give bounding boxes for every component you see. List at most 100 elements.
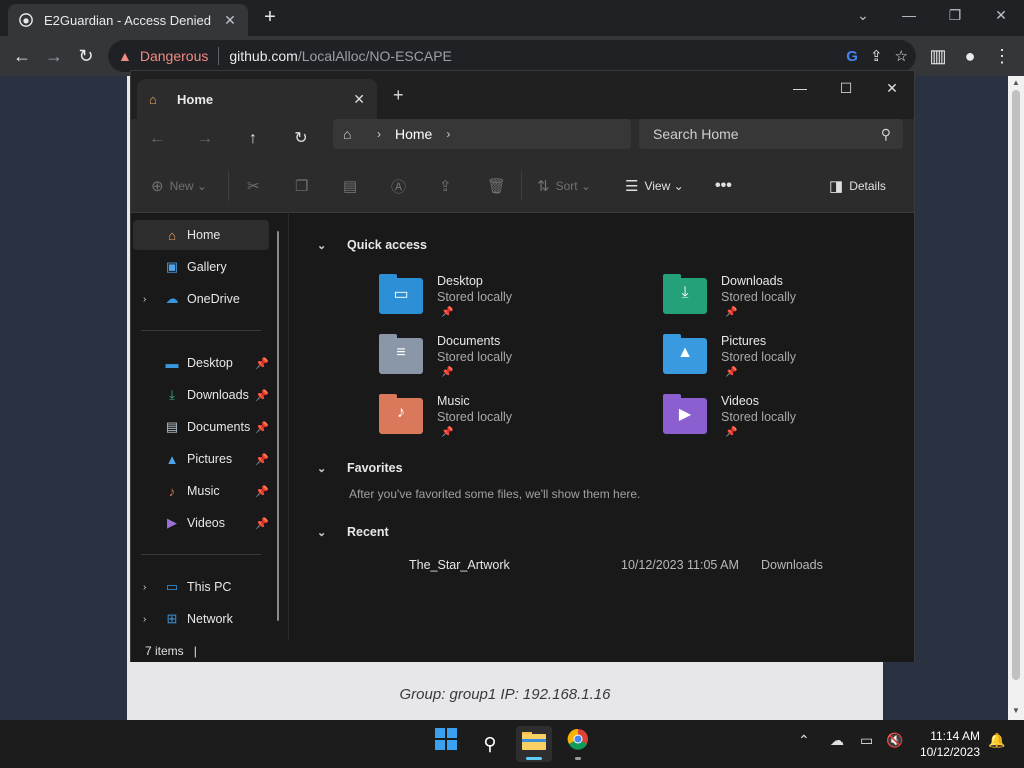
chevron-down-icon[interactable]: ⌄: [317, 526, 333, 539]
nav-item-home[interactable]: ⌂ Home: [133, 220, 269, 250]
pane-divider[interactable]: [288, 214, 289, 640]
explorer-minimize-button[interactable]: —: [777, 75, 823, 103]
breadcrumb[interactable]: ⌂ › Home ›: [333, 119, 631, 149]
explorer-new-tab-button[interactable]: +: [393, 85, 404, 106]
nav-label: Network: [187, 612, 233, 626]
chevron-right-icon[interactable]: ›: [377, 127, 381, 141]
view-button[interactable]: ☰ View ⌄: [625, 175, 684, 197]
section-quick-access[interactable]: ⌄ Quick access: [317, 238, 427, 252]
display-tray-icon[interactable]: ▭: [860, 732, 873, 749]
paste-button[interactable]: ▤: [343, 175, 363, 197]
quick-access-item-videos[interactable]: ▶ Videos Stored locally 📌: [663, 394, 923, 450]
page-footer: Group: group1 IP: 192.168.1.16: [399, 686, 611, 703]
reload-button[interactable]: ↻: [72, 42, 100, 70]
divider: [228, 171, 229, 201]
favorites-empty-message: After you've favorited some files, we'll…: [349, 487, 641, 501]
nav-item-videos[interactable]: ▶ Videos 📌: [133, 508, 269, 538]
forward-button[interactable]: →: [40, 42, 68, 70]
explorer-refresh-button[interactable]: ↻: [287, 125, 315, 153]
nav-item-network[interactable]: › ⊞ Network: [133, 604, 269, 634]
nav-item-music[interactable]: ♪ Music 📌: [133, 476, 269, 506]
sidebar-icon[interactable]: ▥: [924, 42, 952, 70]
nav-item-pictures[interactable]: ▲ Pictures 📌: [133, 444, 269, 474]
content-pane: ⌄ Quick access ▭ Desktop Stored locally 📌…: [289, 214, 914, 640]
share-icon[interactable]: ⇪: [870, 47, 883, 65]
quick-access-item-downloads[interactable]: ⤓ Downloads Stored locally 📌: [663, 274, 923, 330]
explorer-forward-button[interactable]: →: [191, 125, 219, 153]
pin-icon: 📌: [255, 517, 269, 530]
breadcrumb-home-icon[interactable]: ⌂: [343, 126, 363, 142]
search-input[interactable]: Search Home ⚲: [639, 119, 903, 149]
explorer-up-button[interactable]: ↑: [239, 125, 267, 153]
nav-label: Videos: [187, 516, 225, 530]
nav-item-downloads[interactable]: ⤓ Downloads 📌: [133, 380, 269, 410]
chevron-down-icon[interactable]: ⌄: [317, 462, 333, 475]
breadcrumb-home[interactable]: Home: [395, 126, 432, 142]
status-bar: 7 items |: [131, 640, 914, 662]
explorer-tab-close-icon[interactable]: ✕: [353, 91, 365, 108]
details-pane-icon: ◨: [829, 178, 844, 195]
google-icon[interactable]: G: [846, 48, 858, 65]
section-recent[interactable]: ⌄ Recent: [317, 525, 389, 539]
scrollbar-thumb[interactable]: [1012, 90, 1020, 680]
volume-muted-icon[interactable]: 🔇: [886, 732, 903, 749]
tab-close-icon[interactable]: ✕: [222, 12, 238, 29]
tab-search-icon[interactable]: ⌄: [840, 0, 886, 32]
search-icon[interactable]: ⚲: [472, 726, 508, 762]
section-favorites[interactable]: ⌄ Favorites: [317, 461, 403, 475]
explorer-back-button[interactable]: ←: [143, 125, 171, 153]
copy-button[interactable]: ❐: [295, 175, 314, 197]
menu-kebab-icon[interactable]: ⋮: [988, 42, 1016, 70]
quick-access-item-music[interactable]: ♪ Music Stored locally 📌: [379, 394, 639, 450]
nav-item-documents[interactable]: ▤ Documents 📌: [133, 412, 269, 442]
start-button[interactable]: [428, 726, 464, 762]
notification-bell-icon[interactable]: 🔔: [988, 732, 1005, 749]
chevron-down-icon[interactable]: ⌄: [317, 239, 333, 252]
expand-chevron-icon[interactable]: ›: [143, 294, 146, 305]
share-button[interactable]: ⇪: [439, 175, 458, 197]
explorer-maximize-button[interactable]: ☐: [823, 75, 869, 103]
chevron-right-icon[interactable]: ›: [446, 127, 450, 141]
nav-scrollbar[interactable]: [277, 231, 279, 621]
url-text[interactable]: github.com/LocalAlloc/NO-ESCAPE: [229, 48, 452, 64]
bookmark-star-icon[interactable]: ☆: [895, 47, 908, 65]
expand-chevron-icon[interactable]: ›: [143, 582, 146, 593]
expand-chevron-icon[interactable]: ›: [143, 614, 146, 625]
explorer-tab[interactable]: ⌂ Home ✕: [137, 79, 377, 119]
close-button[interactable]: ✕: [978, 0, 1024, 32]
delete-button[interactable]: 🗑: [487, 175, 512, 197]
onedrive-tray-icon[interactable]: ☁: [830, 732, 844, 749]
new-button[interactable]: ⊕ New ⌄: [151, 175, 207, 197]
more-options-button[interactable]: •••: [715, 175, 732, 197]
section-title: Recent: [347, 525, 389, 539]
minimize-button[interactable]: —: [886, 0, 932, 32]
security-status[interactable]: Dangerous: [140, 48, 209, 64]
nav-item-this-pc[interactable]: › ▭ This PC: [133, 572, 269, 602]
quick-access-item-pictures[interactable]: ▲ Pictures Stored locally 📌: [663, 334, 923, 390]
scroll-up-icon[interactable]: ▲: [1008, 78, 1024, 90]
back-button[interactable]: ←: [8, 42, 36, 70]
rename-button[interactable]: Ⓐ: [391, 175, 412, 197]
system-clock[interactable]: 11:14 AM 10/12/2023: [910, 728, 980, 760]
browser-tab[interactable]: E2Guardian - Access Denied ✕: [8, 4, 248, 36]
nav-item-desktop[interactable]: ▬ Desktop 📌: [133, 348, 270, 378]
sort-button[interactable]: ⇅ Sort ⌄: [537, 175, 591, 197]
cut-button[interactable]: ✂: [247, 175, 266, 197]
recent-file-row[interactable]: The_Star_Artwork 10/12/2023 11:05 AM Dow…: [409, 558, 889, 576]
nav-item-gallery[interactable]: ▣ Gallery: [133, 252, 269, 282]
profile-icon[interactable]: ●: [956, 42, 984, 70]
details-button[interactable]: ◨ Details: [829, 175, 886, 197]
nav-label: Downloads: [187, 388, 249, 402]
quick-access-item-documents[interactable]: ≡ Documents Stored locally 📌: [379, 334, 639, 390]
explorer-close-button[interactable]: ✕: [869, 75, 915, 103]
quick-access-item-desktop[interactable]: ▭ Desktop Stored locally 📌: [379, 274, 639, 330]
restore-button[interactable]: ❐: [932, 0, 978, 32]
nav-item-onedrive[interactable]: › ☁ OneDrive: [133, 284, 269, 314]
scroll-down-icon[interactable]: ▼: [1008, 706, 1024, 718]
show-hidden-icons-chevron-icon[interactable]: ⌃: [798, 732, 810, 749]
page-scrollbar[interactable]: ▲ ▼: [1008, 76, 1024, 720]
file-explorer-taskbar-button[interactable]: [516, 726, 552, 762]
chrome-taskbar-button[interactable]: [560, 726, 596, 762]
new-tab-button[interactable]: +: [258, 6, 282, 30]
address-bar[interactable]: ▲ Dangerous github.com/LocalAlloc/NO-ESC…: [108, 40, 916, 72]
